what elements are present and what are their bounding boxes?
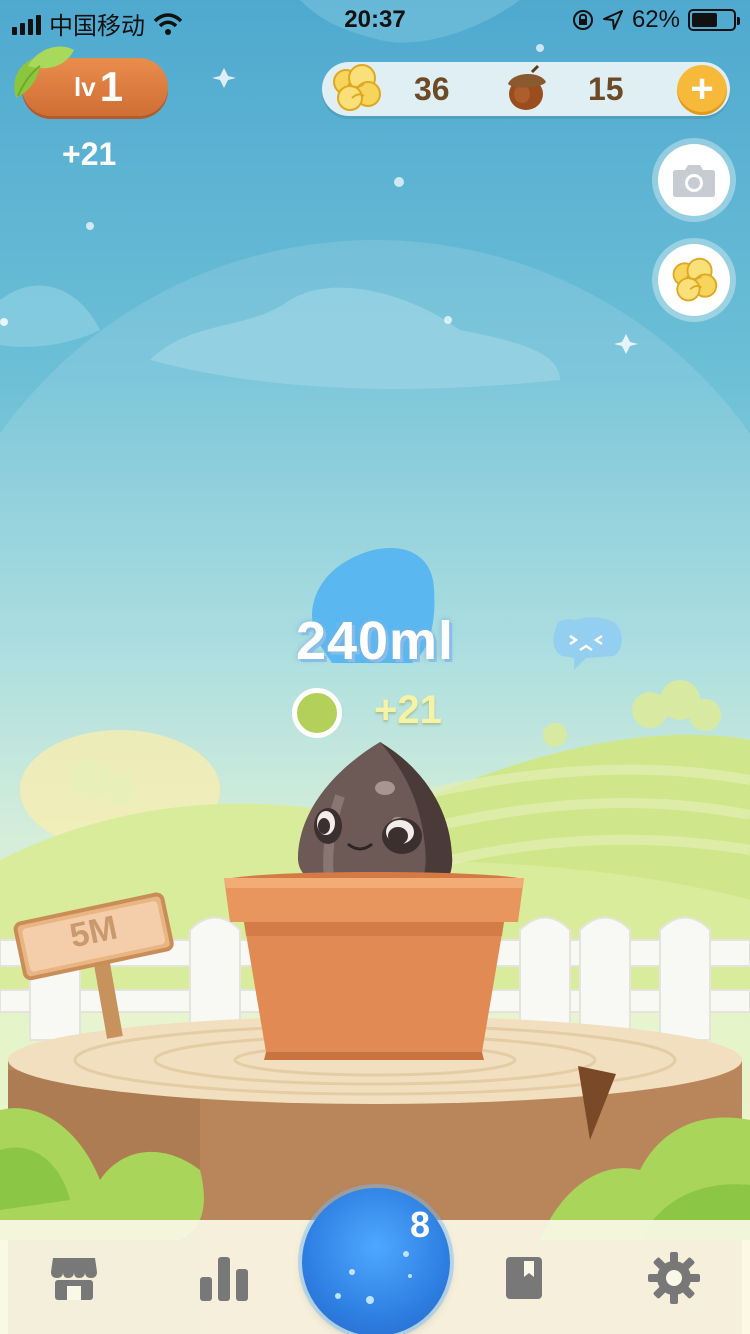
location-arrow-icon: [602, 10, 623, 30]
water-gain: +21: [374, 688, 442, 732]
nav-shop[interactable]: [48, 1252, 100, 1304]
settings-icon: [648, 1252, 700, 1304]
camera-icon: [673, 165, 715, 197]
nav-stats[interactable]: [198, 1252, 250, 1304]
level-gain: +21: [62, 136, 117, 172]
water-count: 8: [409, 1204, 431, 1245]
progress-circle: [292, 688, 342, 738]
level-prefix: lv: [74, 71, 96, 102]
currency-bar: 36 15 +: [322, 62, 730, 116]
battery-icon: [688, 9, 740, 31]
camera-button[interactable]: [658, 144, 730, 216]
stats-icon: [200, 1257, 248, 1301]
water-amount: 240ml: [295, 611, 455, 671]
add-currency-button[interactable]: +: [677, 65, 727, 115]
battery-percent: 62%: [631, 6, 680, 33]
popcorn-button[interactable]: [658, 244, 730, 316]
game-screen: 5M 240ml +21 中国移动 20:37 62% lv 1 +21 36 …: [0, 0, 750, 1334]
popcorn-count: 36: [414, 71, 450, 107]
bookmark-icon: [506, 1257, 542, 1299]
status-bar: 中国移动 20:37 62%: [0, 0, 750, 40]
popcorn-icon: [672, 257, 718, 302]
nav-settings[interactable]: [648, 1252, 700, 1304]
battery-level-fill: [692, 13, 717, 27]
popcorn-icon: [333, 64, 381, 111]
orientation-lock-icon: [572, 10, 593, 30]
speech-bubble-icon[interactable]: [546, 616, 626, 676]
water-button[interactable]: 8: [302, 1188, 450, 1334]
nav-bookmark[interactable]: [498, 1252, 550, 1304]
seed-plant[interactable]: [220, 736, 550, 1066]
shop-icon: [51, 1258, 97, 1300]
level-number: 1: [99, 63, 124, 110]
leaf-icon: [14, 46, 74, 98]
acorn-count: 15: [588, 71, 624, 107]
acorn-icon: [508, 64, 546, 110]
